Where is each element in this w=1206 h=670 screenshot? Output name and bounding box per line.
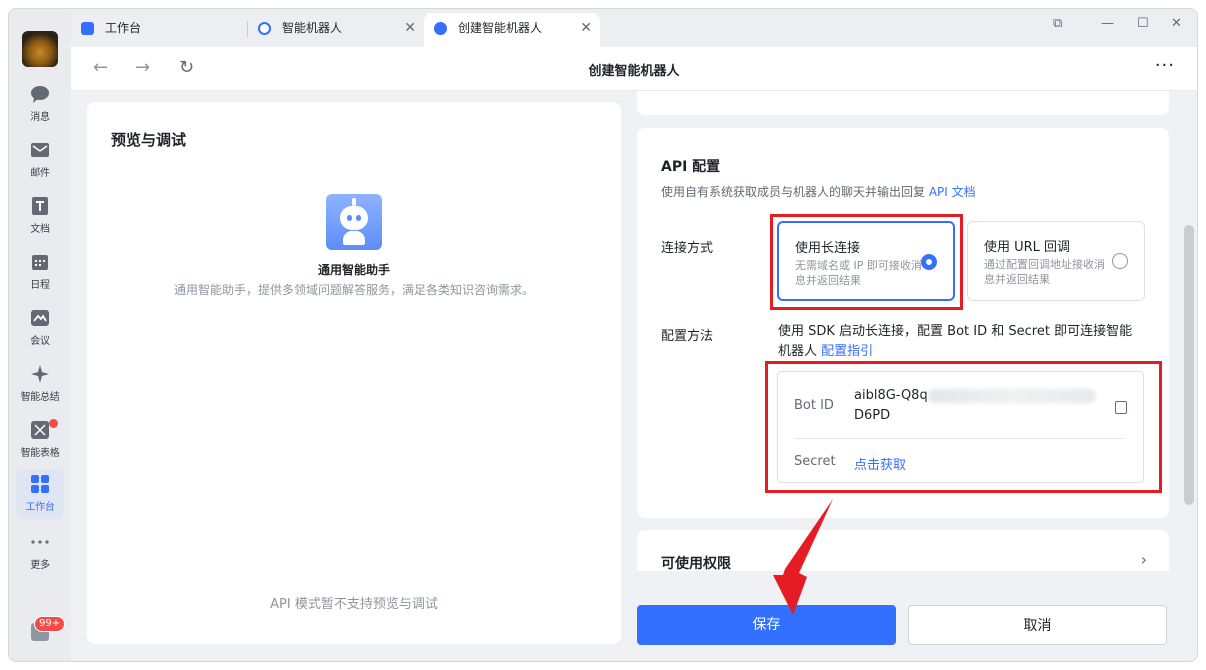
chat-bubble-icon: [30, 84, 50, 104]
robot-icon: [258, 22, 271, 35]
main-content: 预览与调试 通用智能助手 通用智能助手，提供多领域问题解答服务，满足各类知识咨询…: [71, 91, 1197, 661]
nav-item-workspace[interactable]: 工作台: [16, 469, 64, 519]
nav-label: 智能表格: [20, 448, 60, 459]
nav-item-calendar[interactable]: 日程: [16, 247, 64, 297]
highlight-box: [765, 361, 1162, 493]
tab-bar: 工作台 智能机器人 ✕ 创建智能机器人 ✕ ⧉ — ☐ ✕: [71, 9, 1197, 47]
tab-create-robot[interactable]: 创建智能机器人 ✕: [424, 13, 600, 47]
annotation-arrow-icon: [773, 499, 833, 615]
preview-panel: 预览与调试 通用智能助手 通用智能助手，提供多领域问题解答服务，满足各类知识咨询…: [87, 102, 621, 644]
api-config-card: API 配置 使用自有系统获取成员与机器人的聊天并输出回复 API 文档 连接方…: [637, 128, 1169, 518]
smart-table-icon: [30, 420, 50, 440]
page-title: 创建智能机器人: [588, 64, 680, 79]
close-icon[interactable]: ✕: [580, 13, 592, 43]
preview-unsupported-note: API 模式暂不支持预览与调试: [270, 597, 438, 612]
meeting-icon: [30, 308, 50, 328]
nav-label: 更多: [30, 560, 50, 571]
calendar-icon: [30, 252, 50, 272]
window-close-icon[interactable]: ✕: [1171, 13, 1182, 35]
nav-item-docs[interactable]: 文档: [16, 191, 64, 241]
app-window: 消息 邮件 文档 日程 会议 智能总结 智能表格 工作台 更多 99+ 工作台 …: [8, 8, 1198, 662]
page-toolbar: ← → ↻ 创建智能机器人 ···: [71, 47, 1197, 91]
sparkle-icon: [30, 364, 50, 384]
more-dots-icon: [30, 532, 50, 552]
left-rail: 消息 邮件 文档 日程 会议 智能总结 智能表格 工作台 更多 99+: [9, 9, 71, 661]
config-guide-link[interactable]: 配置指引: [821, 344, 873, 359]
permissions-title: 可使用权限: [661, 556, 731, 571]
more-menu-icon[interactable]: ···: [1155, 55, 1175, 76]
mail-icon: [30, 140, 50, 160]
api-config-desc: 使用自有系统获取成员与机器人的聊天并输出回复 API 文档: [661, 183, 976, 200]
nav-label: 日程: [30, 280, 50, 291]
connection-method-label: 连接方式: [661, 241, 714, 256]
config-method-label: 配置方法: [661, 329, 714, 344]
tab-label: 工作台: [105, 21, 142, 35]
robot-avatar-icon: [326, 194, 382, 250]
tab-label: 智能机器人: [282, 21, 343, 35]
nav-label: 工作台: [25, 502, 55, 513]
tab-smart-robot[interactable]: 智能机器人 ✕: [248, 13, 424, 47]
close-icon[interactable]: ✕: [404, 13, 416, 43]
robot-icon: [434, 22, 447, 35]
option-url-callback[interactable]: 使用 URL 回调 通过配置回调地址接收消息并返回结果: [967, 221, 1145, 301]
option-title: 使用 URL 回调: [984, 240, 1071, 255]
highlight-box: [770, 214, 963, 310]
nav-label: 消息: [30, 112, 50, 123]
api-config-title: API 配置: [661, 159, 721, 175]
workspace-grid-icon: [30, 474, 50, 494]
robot-description: 通用智能助手，提供多领域问题解答服务，满足各类知识咨询需求。: [173, 283, 534, 297]
permissions-card[interactable]: 可使用权限 ›: [637, 530, 1169, 571]
nav-label: 邮件: [30, 168, 50, 179]
picture-in-picture-icon[interactable]: ⧉: [1053, 13, 1062, 35]
nav-label: 智能总结: [20, 392, 60, 403]
save-button[interactable]: 保存: [637, 605, 896, 645]
unread-badge: 99+: [34, 616, 66, 632]
previous-card-edge: [637, 91, 1169, 115]
cancel-button[interactable]: 取消: [908, 605, 1167, 645]
nav-item-smart-table[interactable]: 智能表格: [16, 415, 64, 465]
tab-workspace[interactable]: 工作台: [71, 13, 247, 47]
api-doc-link[interactable]: API 文档: [929, 185, 976, 199]
minimize-icon[interactable]: —: [1101, 13, 1114, 35]
notification-dot: [49, 419, 58, 428]
nav-item-messages[interactable]: 消息: [16, 79, 64, 129]
option-desc: 通过配置回调地址接收消息并返回结果: [984, 258, 1105, 286]
workspace-grid-icon: [81, 22, 94, 35]
api-desc-text: 使用自有系统获取成员与机器人的聊天并输出回复: [661, 185, 926, 199]
user-avatar[interactable]: [22, 31, 58, 67]
nav-item-smart-summary[interactable]: 智能总结: [16, 359, 64, 409]
nav-label: 文档: [30, 224, 50, 235]
config-column: API 配置 使用自有系统获取成员与机器人的聊天并输出回复 API 文档 连接方…: [637, 91, 1169, 571]
document-icon: [30, 196, 50, 216]
nav-item-mail[interactable]: 邮件: [16, 135, 64, 185]
preview-title: 预览与调试: [111, 131, 187, 149]
nav-item-more[interactable]: 更多: [16, 527, 64, 577]
config-method-desc: 使用 SDK 启动长连接，配置 Bot ID 和 Secret 即可连接智能机器…: [778, 322, 1144, 362]
chevron-right-icon: ›: [1140, 550, 1147, 569]
tab-label: 创建智能机器人: [458, 21, 543, 35]
nav-label: 会议: [30, 336, 50, 347]
radio-unselected[interactable]: [1112, 253, 1128, 269]
maximize-icon[interactable]: ☐: [1137, 13, 1149, 35]
scrollbar[interactable]: [1184, 225, 1194, 505]
robot-name: 通用智能助手: [317, 263, 390, 277]
nav-item-meetings[interactable]: 会议: [16, 303, 64, 353]
